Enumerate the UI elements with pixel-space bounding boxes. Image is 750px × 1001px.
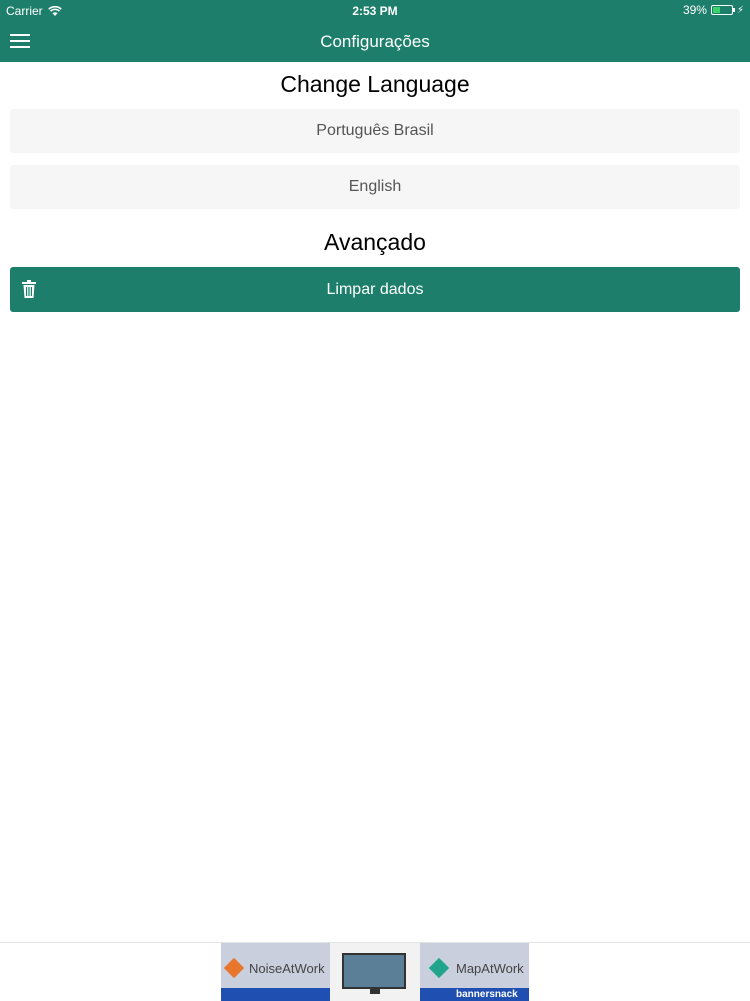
clear-data-label: Limpar dados	[326, 280, 424, 298]
battery-indicator: 39% ⚡	[683, 3, 744, 17]
language-option-english[interactable]: English	[10, 165, 740, 209]
noiseatwork-logo-icon	[223, 957, 245, 979]
battery-icon	[710, 5, 735, 15]
monitor-icon	[342, 953, 406, 989]
ad-panel-map: MapAtWork bannersnack	[420, 943, 529, 1001]
ad-left-text: NoiseAtWork	[249, 961, 325, 976]
charging-bolt-icon: ⚡	[736, 4, 744, 16]
clear-data-button[interactable]: Limpar dados	[10, 267, 740, 312]
advanced-heading: Avançado	[324, 229, 426, 255]
trash-icon	[22, 280, 36, 298]
language-option-label: Português Brasil	[316, 122, 434, 139]
ad-panel-screenshot	[330, 943, 420, 1001]
status-time: 2:53 PM	[352, 4, 398, 18]
ad-panel-noise: NoiseAtWork	[221, 943, 330, 1001]
status-bar: Carrier 2:53 PM 39% ⚡	[0, 0, 750, 22]
mapatwork-logo-icon	[428, 957, 450, 979]
language-option-portuguese[interactable]: Português Brasil	[10, 109, 740, 153]
battery-percent: 39%	[682, 3, 707, 17]
ad-banner[interactable]: NoiseAtWork MapAtWork bannersnack	[221, 943, 529, 1001]
ad-brand-label: bannersnack	[456, 989, 518, 1000]
page-title: Configurações	[320, 32, 430, 51]
change-language-heading: Change Language	[280, 71, 470, 97]
language-option-label: English	[348, 178, 402, 195]
ad-bar: NoiseAtWork MapAtWork bannersnack	[0, 942, 750, 1001]
app-header: Carrier 2:53 PM 39% ⚡ Configurações	[0, 0, 750, 62]
ad-right-text: MapAtWork	[456, 961, 524, 976]
